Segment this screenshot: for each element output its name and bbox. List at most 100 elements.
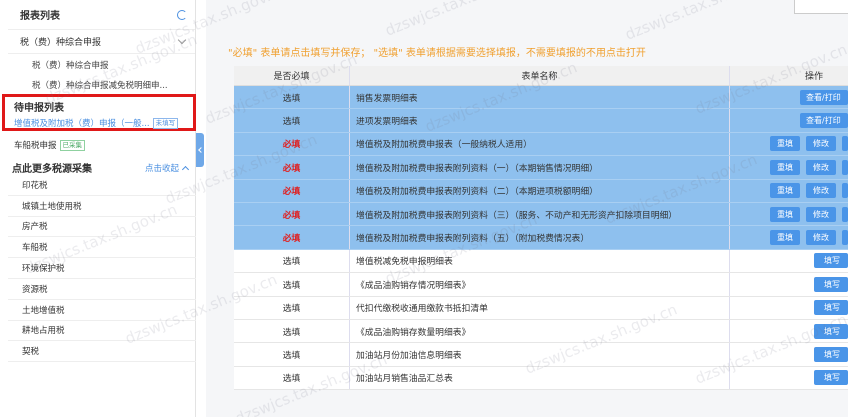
tax-item[interactable]: 耕地占用税 [8,321,196,342]
form-name-cell: 增值税及附加税费申报表附列资料（三）（服务、不动产和无形资产扣除项目明细） [350,202,730,226]
table-row[interactable]: 选填 加油站月销售油品汇总表 填写 [234,366,848,391]
tax-item[interactable]: 印花税 [8,175,196,196]
form-name-cell: 增值税减免税申报明细表 [350,249,730,273]
refill-button[interactable]: 重填 [770,159,800,175]
table-row[interactable]: 必填 增值税及附加税费申报表附列资料（五）（附加税费情况表） 重填 修改 [234,226,848,250]
required-cell: 选填 [234,273,350,296]
table-row[interactable]: 必填 增值税及附加税费申报表附列资料（一）（本期销售情况明细） 重填 修改 [234,156,848,180]
sidebar-sub-item[interactable]: 税（费）种综合申报 [8,54,195,75]
edit-button[interactable]: 修改 [806,230,836,246]
tax-item[interactable]: 契税 [8,341,196,363]
sidebar-sub-item[interactable]: 税（费）种综合申报减免税明细申... [8,75,195,96]
form-name-cell: 代扣代缴税收通用缴款书抵扣清单 [350,296,730,319]
table-header: 是否必填 表单名称 操作 [234,66,848,86]
refill-button[interactable]: 重填 [770,230,800,246]
ops-cell: 填写 [730,250,848,272]
ops-cell: 填写 [730,297,848,319]
table-row[interactable]: 必填 增值税及附加税费申报表附列资料（二）（本期进项税额明细） 重填 修改 [234,179,848,203]
ops-cell: 填写 [730,343,848,365]
notice-text: "必填" 表单请点击填写并保存； "选填" 表单请根据需要选择填报，不需要填报的… [228,48,646,59]
tax-item[interactable]: 土地增值税 [8,300,196,321]
header-ops: 操作 [804,72,823,82]
table-row[interactable]: 选填 销售发票明细表 查看/打印 [234,86,848,110]
pending-item-label: 增值税及附加税（费）申报（一般... [14,119,150,129]
ops-cell: 查看/打印 [730,86,848,108]
collapse-link[interactable]: 点击收起 [144,162,190,174]
more-tax-source-title: 点此更多税源采集 [12,164,92,175]
table-row[interactable]: 选填 增值税减免税申报明细表 填写 [234,249,848,274]
chevron-down-icon[interactable] [177,35,187,45]
ops-cell: 填写 [730,367,848,389]
fill-button[interactable]: 填写 [814,300,848,316]
form-name-cell: 《成品油购销存情况明细表》 [350,273,730,296]
fill-button[interactable]: 填写 [814,346,848,362]
form-name-cell: 增值税及附加税费申报表（一般纳税人适用） [350,132,730,156]
required-cell: 选填 [234,86,350,109]
form-name-cell: 加油站月销售油品汇总表 [350,366,730,390]
car-tax-item[interactable]: 车船税申报 已采集 [14,139,86,151]
form-name-cell: 增值税及附加税费申报表附列资料（五）（附加税费情况表） [350,226,730,249]
header-name: 表单名称 [350,66,730,85]
sidebar-group-label: 税（费）种综合申报 [20,38,102,48]
sidebar-title: 报表列表 [20,11,60,22]
edit-button[interactable]: 修改 [806,159,836,175]
required-label: 选填 [282,374,301,385]
tax-item[interactable]: 资源税 [8,279,196,300]
form-name-cell: 销售发票明细表 [350,86,730,109]
required-label: 选填 [282,304,301,315]
view-print-button[interactable]: 查看/打印 [800,113,848,129]
required-cell: 选填 [234,343,350,366]
required-label: 选填 [282,280,301,291]
table-row[interactable]: 选填 《成品油购销存情况明细表》 填写 [234,273,848,297]
refill-button[interactable]: 重填 [770,136,800,152]
more-button[interactable] [842,183,848,199]
form-name-cell: 增值税及附加税费申报表附列资料（二）（本期进项税额明细） [350,179,730,202]
tax-item[interactable]: 车船税 [8,237,196,259]
collapse-label: 点击收起 [144,163,179,174]
fill-button[interactable]: 填写 [814,276,848,292]
edit-button[interactable]: 修改 [806,183,836,199]
ops-cell: 重填 修改 [730,180,848,202]
pending-item-vat[interactable]: 增值税及附加税（费）申报（一般... 未填写 [14,117,179,129]
more-button[interactable] [842,159,848,175]
sidebar-header: 报表列表 [8,0,195,30]
table-row[interactable]: 选填 进项发票明细表 查看/打印 [234,109,848,133]
required-label: 必填 [282,210,301,221]
more-button[interactable] [842,136,848,152]
refresh-icon[interactable] [177,9,187,20]
table-row[interactable]: 必填 增值税及附加税费申报表（一般纳税人适用） 重填 修改 [234,132,848,157]
table-row[interactable]: 选填 加油站月份加油信息明细表 填写 [234,343,848,367]
ops-cell: 重填 修改 [730,133,848,155]
sidebar-group-comprehensive[interactable]: 税（费）种综合申报 [8,30,195,54]
edit-button[interactable]: 修改 [806,136,836,152]
tax-item[interactable]: 城镇土地使用税 [8,196,196,217]
fill-button[interactable]: 填写 [814,370,848,386]
more-button[interactable] [842,206,848,222]
required-label: 必填 [282,163,301,174]
header-required: 是否必填 [234,66,350,85]
ops-cell: 重填 修改 [730,156,848,178]
refill-button[interactable]: 重填 [770,206,800,222]
required-label: 选填 [282,93,301,104]
required-label: 必填 [282,187,301,198]
chevron-left-icon [198,147,204,153]
window-corner [794,0,848,14]
fill-button[interactable]: 填写 [814,253,848,269]
form-name-cell: 增值税及附加税费申报表附列资料（一）（本期销售情况明细） [350,156,730,179]
table-row[interactable]: 必填 增值税及附加税费申报表附列资料（三）（服务、不动产和无形资产扣除项目明细） 重… [234,202,848,227]
required-label: 选填 [282,117,301,128]
fill-button[interactable]: 填写 [814,323,848,339]
ops-cell: 查看/打印 [730,109,848,131]
sidebar-collapse-handle[interactable] [196,133,204,167]
tax-item[interactable]: 房产税 [8,217,196,238]
car-tax-label: 车船税申报 [14,141,57,151]
required-cell: 选填 [234,249,350,273]
more-button[interactable] [842,230,848,246]
refill-button[interactable]: 重填 [770,183,800,199]
required-cell: 必填 [234,179,350,202]
edit-button[interactable]: 修改 [806,206,836,222]
tax-item[interactable]: 环境保护税 [8,258,196,279]
view-print-button[interactable]: 查看/打印 [800,89,848,105]
table-row[interactable]: 选填 《成品油购销存数量明细表》 填写 [234,319,848,344]
table-row[interactable]: 选填 代扣代缴税收通用缴款书抵扣清单 填写 [234,296,848,320]
